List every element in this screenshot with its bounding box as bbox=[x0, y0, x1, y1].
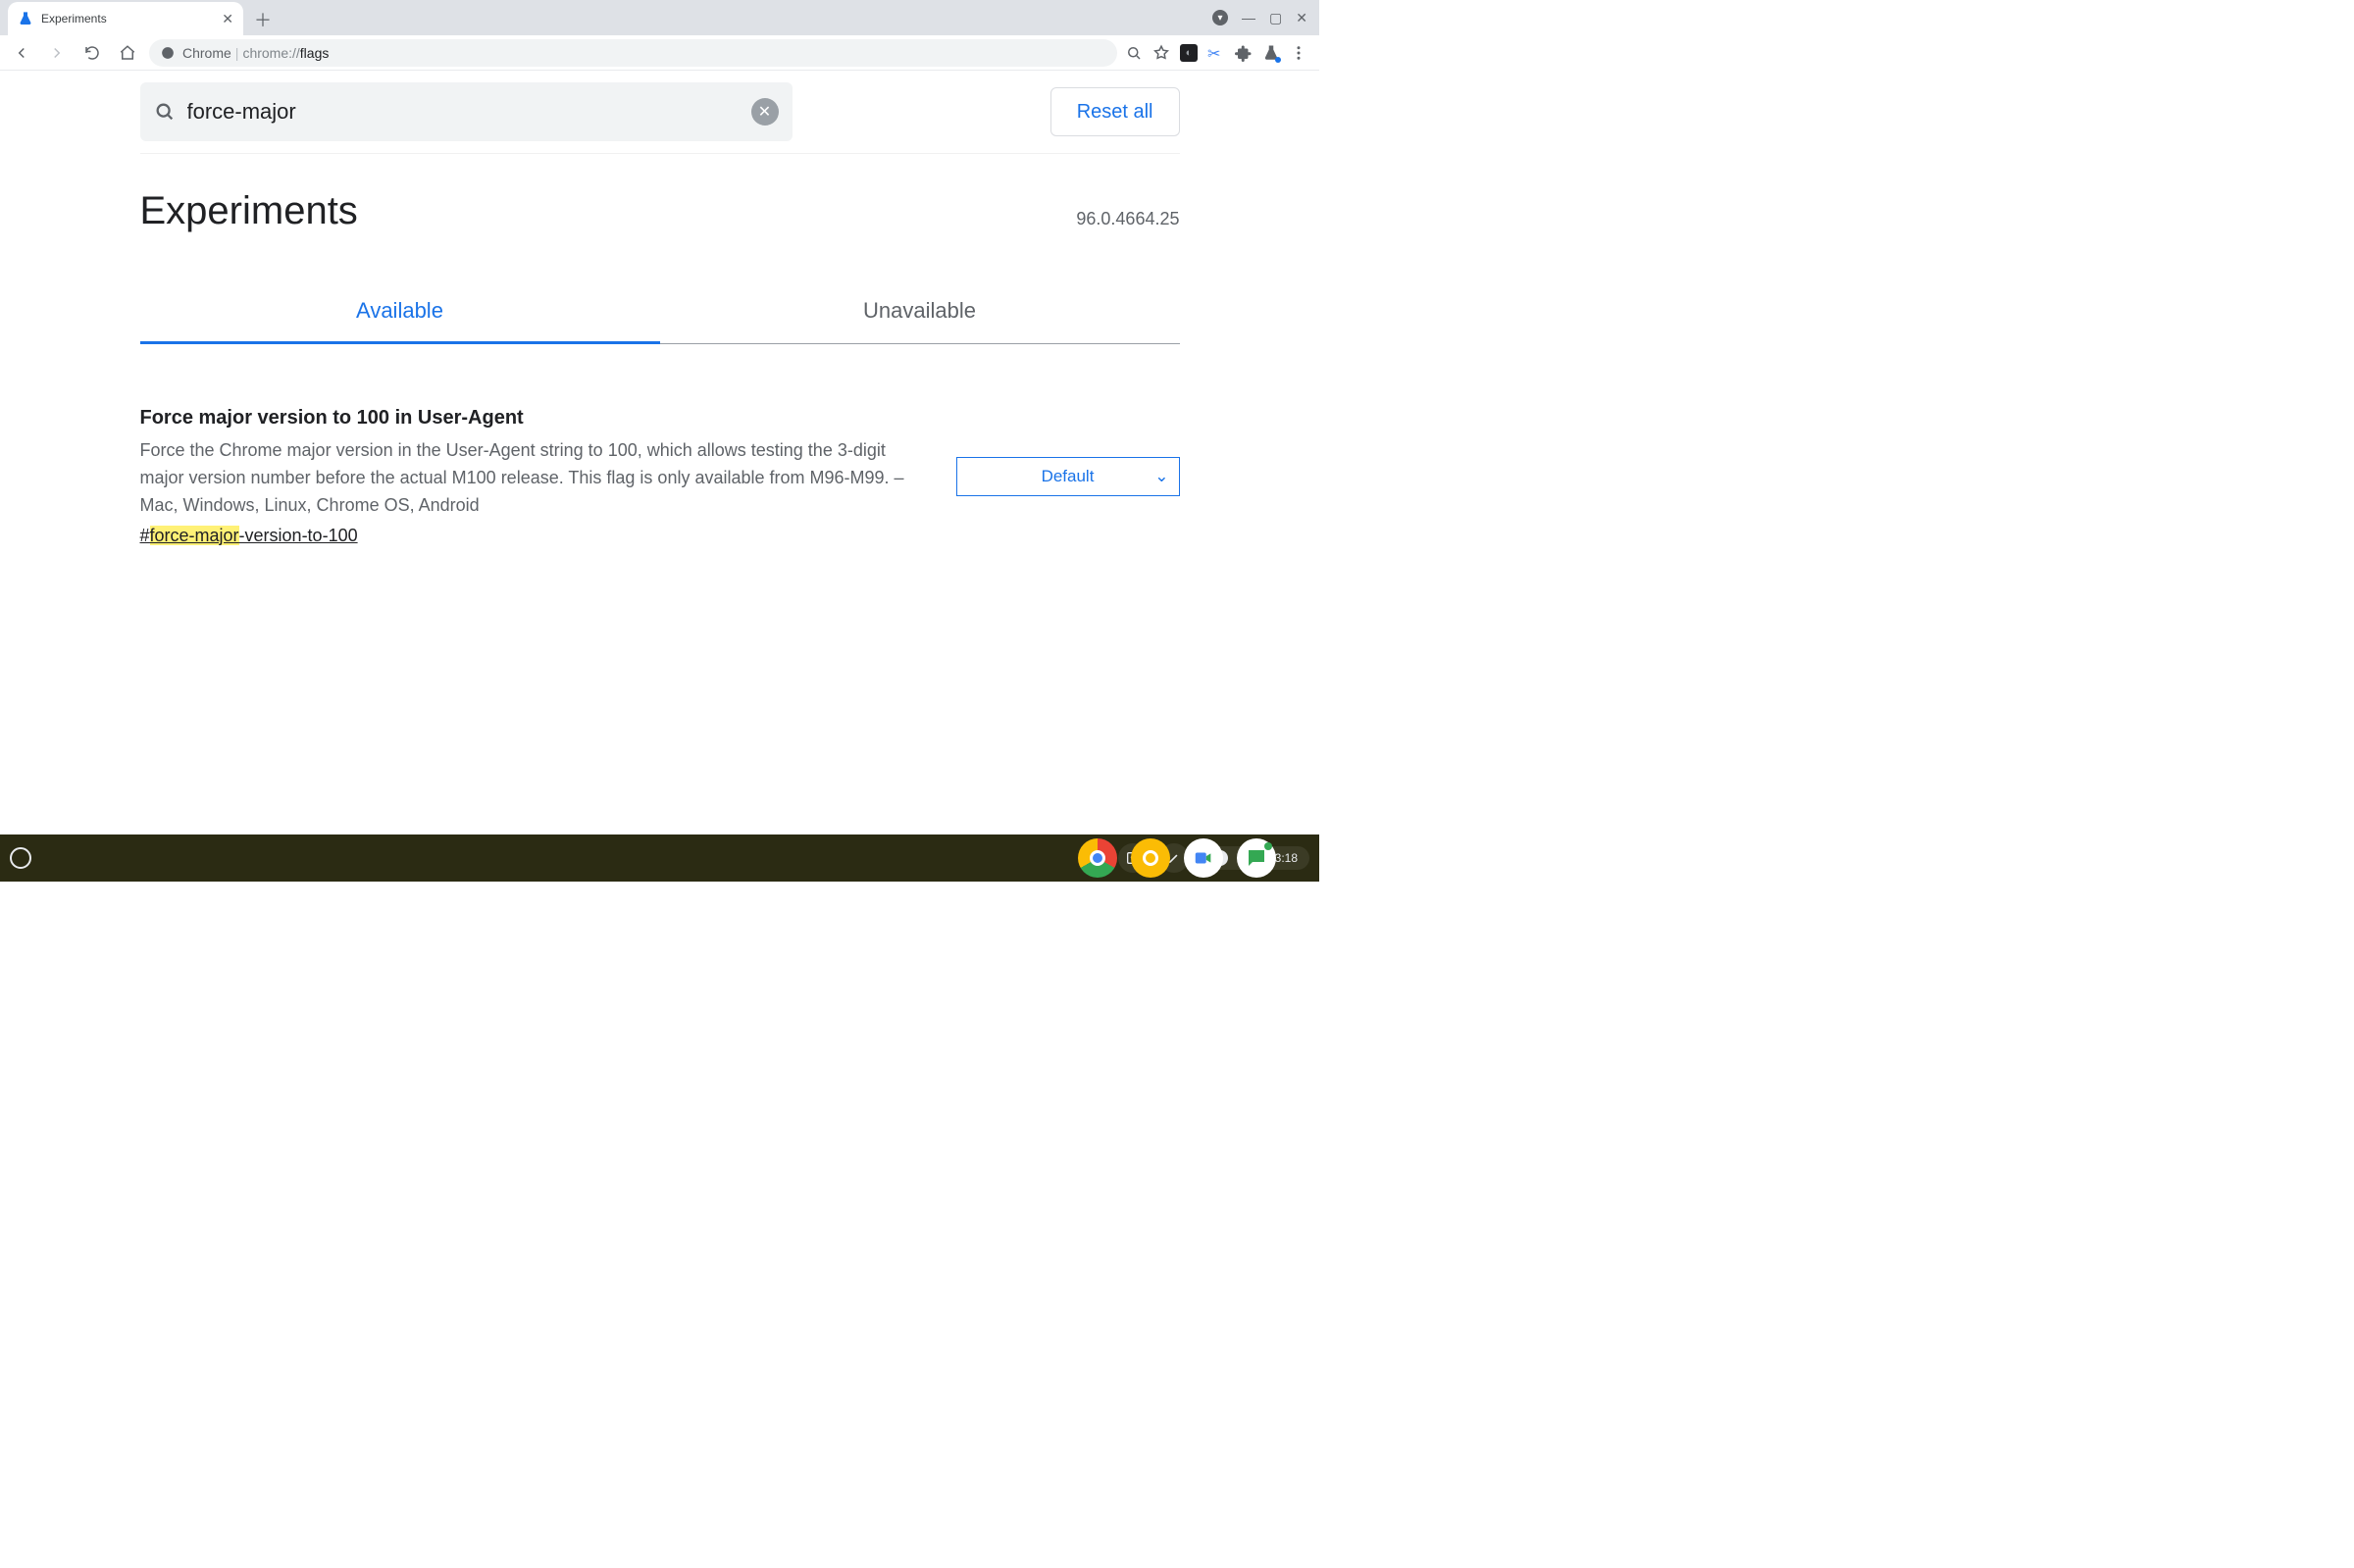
flag-title: Force major version to 100 in User-Agent bbox=[140, 407, 929, 430]
minimize-icon[interactable]: — bbox=[1242, 10, 1255, 25]
reload-button[interactable] bbox=[78, 39, 106, 67]
close-window-icon[interactable]: ✕ bbox=[1296, 10, 1307, 26]
url-display: Chrome | chrome://flags bbox=[182, 45, 329, 61]
new-tab-button[interactable]: ＋ bbox=[249, 6, 277, 33]
chrome-app-icon[interactable] bbox=[1078, 838, 1117, 878]
browser-tabstrip: Experiments ✕ ＋ ▾ — ▢ ✕ bbox=[0, 0, 1319, 35]
extensions-puzzle-icon[interactable] bbox=[1235, 44, 1253, 62]
flask-icon bbox=[18, 11, 33, 26]
clear-search-button[interactable]: ✕ bbox=[751, 98, 779, 126]
account-icon[interactable]: ▾ bbox=[1212, 10, 1228, 25]
forward-button[interactable] bbox=[43, 39, 71, 67]
tab-title: Experiments bbox=[41, 12, 214, 25]
site-info-icon[interactable] bbox=[161, 46, 175, 60]
shelf-apps bbox=[1078, 838, 1276, 878]
files-app-icon[interactable] bbox=[1131, 838, 1170, 878]
home-button[interactable] bbox=[114, 39, 141, 67]
flags-search-input[interactable] bbox=[187, 99, 740, 125]
flag-select-value: Default bbox=[1042, 467, 1095, 486]
messages-app-icon[interactable] bbox=[1237, 838, 1276, 878]
window-controls: ▾ — ▢ ✕ bbox=[1212, 0, 1319, 35]
flag-anchor-link[interactable]: #force-major-version-to-100 bbox=[140, 526, 358, 546]
find-in-page-icon[interactable] bbox=[1125, 44, 1143, 62]
flag-value-select[interactable]: Default ⌄ bbox=[956, 457, 1180, 496]
maximize-icon[interactable]: ▢ bbox=[1269, 10, 1282, 26]
page-header: Experiments 96.0.4664.25 bbox=[140, 189, 1180, 233]
browser-tab-active[interactable]: Experiments ✕ bbox=[8, 2, 243, 35]
flag-entry: Force major version to 100 in User-Agent… bbox=[140, 407, 1180, 546]
chromeos-shelf: 3 3:18 bbox=[0, 835, 1319, 882]
flag-select-wrap: Default ⌄ bbox=[956, 457, 1180, 496]
omnibox-host: Chrome bbox=[182, 45, 231, 61]
chevron-down-icon: ⌄ bbox=[1154, 467, 1168, 486]
back-button[interactable] bbox=[8, 39, 35, 67]
flag-tabs: Available Unavailable bbox=[140, 280, 1180, 344]
tab-unavailable[interactable]: Unavailable bbox=[660, 280, 1180, 344]
search-row: ✕ Reset all bbox=[140, 71, 1180, 154]
bookmark-star-icon[interactable] bbox=[1152, 44, 1170, 62]
version-label: 96.0.4664.25 bbox=[1076, 209, 1179, 233]
tab-available[interactable]: Available bbox=[140, 280, 660, 344]
toolbar-actions: ◐ ✂ bbox=[1125, 44, 1311, 62]
page-content: ✕ Reset all Experiments 96.0.4664.25 Ava… bbox=[0, 71, 1319, 835]
omnibox[interactable]: Chrome | chrome://flags bbox=[149, 39, 1117, 67]
experiments-flask-icon[interactable] bbox=[1262, 44, 1280, 62]
menu-kebab-icon[interactable] bbox=[1290, 44, 1307, 62]
browser-toolbar: Chrome | chrome://flags ◐ ✂ bbox=[0, 35, 1319, 71]
extension-dark-icon[interactable]: ◐ bbox=[1180, 44, 1198, 62]
meet-app-icon[interactable] bbox=[1184, 838, 1223, 878]
search-icon bbox=[154, 101, 176, 123]
reset-all-button[interactable]: Reset all bbox=[1050, 87, 1180, 136]
clock: 3:18 bbox=[1275, 851, 1298, 865]
flag-description: Force the Chrome major version in the Us… bbox=[140, 437, 929, 520]
launcher-button[interactable] bbox=[10, 847, 31, 869]
page-title: Experiments bbox=[140, 189, 358, 233]
flags-search-box: ✕ bbox=[140, 82, 793, 141]
scissors-icon[interactable]: ✂ bbox=[1207, 44, 1225, 62]
close-icon[interactable]: ✕ bbox=[222, 11, 233, 27]
